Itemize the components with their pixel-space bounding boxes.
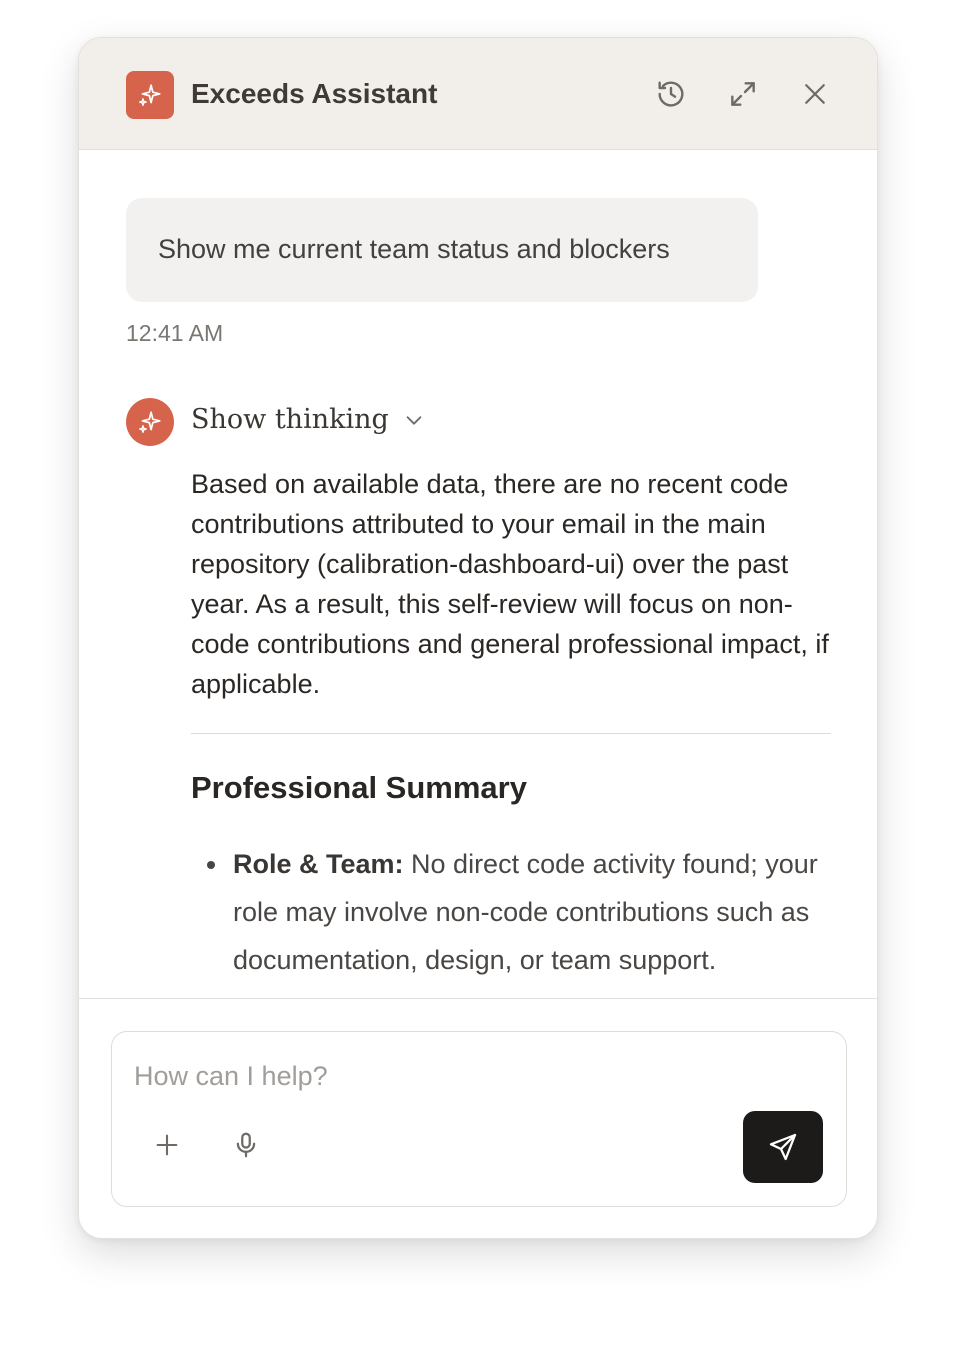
- composer-divider: [79, 998, 877, 999]
- attach-button[interactable]: [147, 1125, 187, 1165]
- assistant-panel: Exceeds Assistant Show me current team s…: [78, 37, 878, 1239]
- voice-input-button[interactable]: [226, 1125, 266, 1165]
- expand-icon: [731, 82, 755, 106]
- history-icon: [658, 81, 684, 107]
- send-icon: [769, 1133, 797, 1161]
- list-item: Role & Team: No direct code activity fou…: [191, 840, 851, 984]
- sparkle-icon: [126, 71, 174, 119]
- list-item-label: Role & Team:: [233, 849, 404, 879]
- message-composer: [111, 1031, 847, 1207]
- message-input[interactable]: [134, 1056, 814, 1096]
- message-list[interactable]: Show me current team status and blockers…: [79, 150, 877, 998]
- send-button[interactable]: [743, 1111, 823, 1183]
- expand-button[interactable]: [725, 76, 761, 112]
- panel-header: Exceeds Assistant: [79, 38, 877, 150]
- show-thinking-label: Show thinking: [191, 404, 389, 435]
- section-heading: Professional Summary: [191, 770, 527, 805]
- history-button[interactable]: [653, 76, 689, 112]
- message-timestamp: 12:41 AM: [126, 320, 224, 346]
- show-thinking-toggle[interactable]: Show thinking: [191, 404, 425, 435]
- sparkle-icon: [139, 411, 161, 433]
- assistant-answer-text: Based on available data, there are no re…: [191, 469, 829, 699]
- user-message-text: Show me current team status and blockers: [158, 234, 670, 264]
- close-icon: [805, 84, 825, 104]
- panel-title: Exceeds Assistant: [191, 78, 438, 109]
- assistant-avatar: [126, 398, 174, 446]
- user-message-bubble: Show me current team status and blockers: [126, 198, 758, 302]
- summary-list: Role & Team: No direct code activity fou…: [191, 840, 851, 984]
- answer-divider: [191, 733, 831, 734]
- close-button[interactable]: [797, 76, 833, 112]
- plus-icon: [156, 1134, 178, 1156]
- microphone-icon: [236, 1132, 256, 1158]
- chevron-down-icon: [406, 415, 422, 425]
